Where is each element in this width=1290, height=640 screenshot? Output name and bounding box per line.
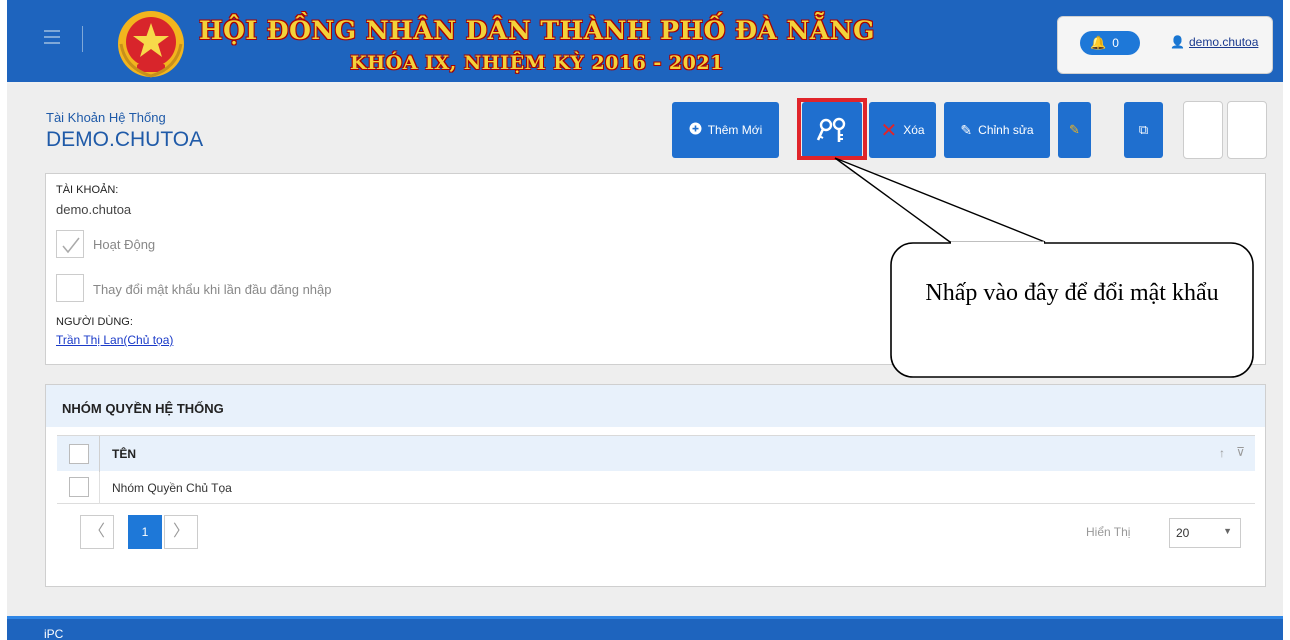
callout-arrow-cover <box>951 241 1044 245</box>
callout-text: Nhấp vào đây để đổi mật khẩu <box>925 280 1219 306</box>
